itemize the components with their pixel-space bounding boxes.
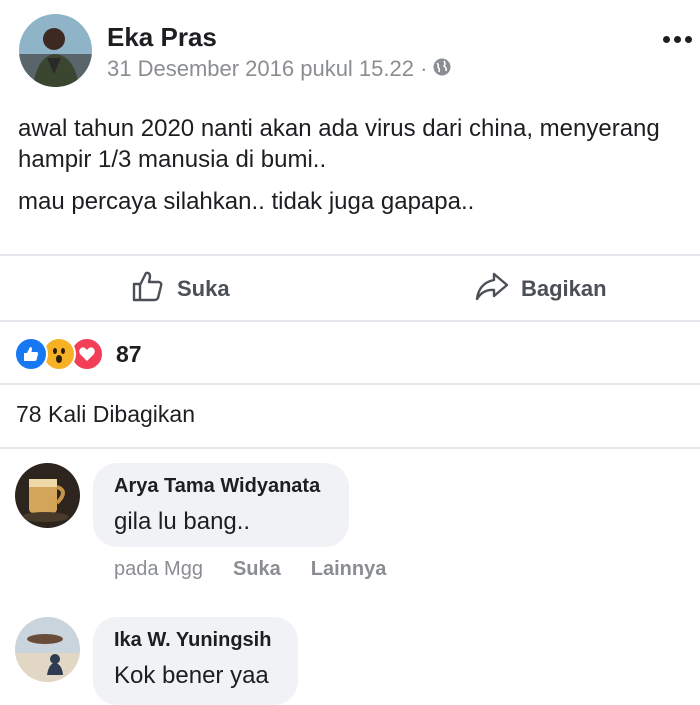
divider	[0, 383, 700, 385]
thumbs-up-icon	[131, 269, 165, 309]
comment-more-link[interactable]: Lainnya	[311, 558, 387, 581]
divider	[0, 254, 700, 256]
post-text-line-2: hampir 1/3 manusia di bumi..	[18, 146, 327, 173]
comment-author[interactable]: Arya Tama Widyanata	[114, 475, 320, 498]
like-icon	[14, 337, 48, 371]
post-text-line-3: mau percaya silahkan.. tidak juga gapapa…	[18, 188, 475, 215]
post-timestamp[interactable]: 31 Desember 2016 pukul 15.22 ·	[107, 56, 427, 82]
reaction-count: 87	[116, 340, 142, 367]
more-options-icon[interactable]	[663, 36, 692, 43]
comment-time: pada Mgg	[114, 558, 203, 580]
post-meta: 31 Desember 2016 pukul 15.22 ·	[107, 56, 451, 82]
commenter-avatar[interactable]	[15, 617, 80, 682]
comment-text: gila lu bang..	[114, 508, 251, 535]
comment-like-link[interactable]: Suka	[233, 558, 281, 581]
share-arrow-icon	[475, 271, 509, 307]
like-button[interactable]: Suka	[131, 269, 230, 309]
comment-author[interactable]: Ika W. Yuningsih	[114, 629, 271, 652]
share-label: Bagikan	[521, 276, 607, 301]
globe-icon	[433, 56, 451, 82]
divider	[0, 320, 700, 322]
reactions-summary[interactable]: 87	[14, 337, 142, 371]
comment-actions: pada Mgg Suka Lainnya	[114, 558, 386, 581]
commenter-avatar[interactable]	[15, 463, 80, 528]
divider	[0, 447, 700, 449]
share-button[interactable]: Bagikan	[475, 271, 607, 307]
like-label: Suka	[177, 276, 230, 301]
post-text-line-1: awal tahun 2020 nanti akan ada virus dar…	[18, 115, 660, 142]
author-name[interactable]: Eka Pras	[107, 22, 217, 53]
share-count[interactable]: 78 Kali Dibagikan	[16, 401, 195, 428]
comment-bubble[interactable]: Ika W. Yuningsih Kok bener yaa	[93, 617, 298, 705]
comment-text: Kok bener yaa	[114, 662, 269, 689]
author-avatar[interactable]	[19, 14, 92, 87]
comment-bubble[interactable]: Arya Tama Widyanata gila lu bang..	[93, 463, 349, 547]
